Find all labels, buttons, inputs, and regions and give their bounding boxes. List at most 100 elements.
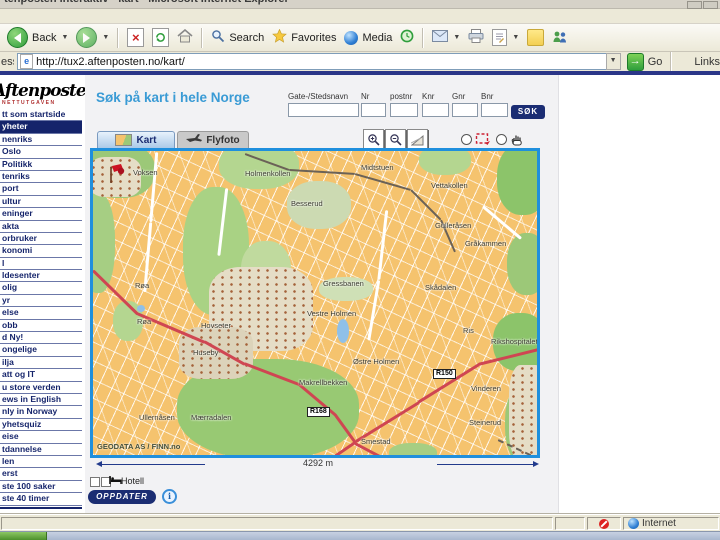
measure-tool[interactable] bbox=[407, 129, 428, 150]
sidebar-item[interactable]: att og IT bbox=[0, 369, 82, 382]
select-area-radio[interactable] bbox=[461, 134, 472, 145]
map-place-label: Røa bbox=[137, 317, 152, 326]
search-field: Knr bbox=[422, 92, 449, 120]
sidebar-item[interactable]: obb bbox=[0, 320, 82, 333]
tab-kart[interactable]: Kart bbox=[97, 131, 175, 148]
links-label[interactable]: Links bbox=[694, 56, 720, 68]
hotel-checkbox[interactable] bbox=[90, 477, 100, 487]
sidebar-item[interactable]: port bbox=[0, 183, 82, 196]
sidebar-item[interactable]: ews in English bbox=[0, 394, 82, 407]
sidebar-item[interactable]: else bbox=[0, 307, 82, 320]
field-input[interactable] bbox=[361, 103, 386, 117]
home-icon bbox=[177, 28, 193, 46]
sidebar-item[interactable]: konomi bbox=[0, 245, 82, 258]
tab-flyfoto[interactable]: Flyfoto bbox=[177, 131, 249, 148]
sidebar-item[interactable]: akta bbox=[0, 221, 82, 233]
zoom-in-tool[interactable] bbox=[363, 129, 384, 150]
sidebar-item[interactable]: ongelige bbox=[0, 344, 82, 357]
address-input[interactable]: e http://tux2.aftenposten.no/kart/ bbox=[17, 53, 621, 70]
sidebar-item[interactable]: tenriks bbox=[0, 171, 82, 184]
sidebar-item[interactable]: ultur bbox=[0, 196, 82, 209]
scale-line-left bbox=[99, 464, 205, 465]
taskbar-start-button-edge[interactable] bbox=[0, 532, 47, 540]
field-label: Gate-/Stedsnavn bbox=[288, 92, 349, 101]
field-input[interactable] bbox=[422, 103, 449, 117]
map-place-label: Mærradalen bbox=[191, 413, 232, 422]
sidebar-item[interactable]: nly in Norway bbox=[0, 406, 82, 419]
sidebar-item[interactable]: yheter bbox=[0, 121, 82, 134]
sidebar-item[interactable]: Politikk bbox=[0, 159, 82, 171]
toolbar-separator bbox=[422, 27, 425, 48]
sidebar-item[interactable]: ilja bbox=[0, 357, 82, 370]
airplane-icon bbox=[186, 134, 203, 146]
address-bar: ess e http://tux2.aftenposten.no/kart/ ▼… bbox=[0, 51, 720, 72]
map-place-label: Hovseter bbox=[201, 321, 232, 330]
map-place-label: Rikshospitalet bbox=[491, 337, 537, 346]
pan-radio[interactable] bbox=[496, 134, 507, 145]
search-submit-button[interactable]: SØK bbox=[511, 105, 545, 119]
sidebar-item[interactable]: u store verden bbox=[0, 382, 82, 394]
sidebar-item[interactable]: orbruker bbox=[0, 233, 82, 246]
back-button[interactable]: Back ▼ bbox=[3, 26, 72, 50]
sidebar-item[interactable]: nenriks bbox=[0, 134, 82, 147]
sidebar-item[interactable]: eise bbox=[0, 431, 82, 444]
security-zone-pane: Internet bbox=[623, 517, 719, 530]
info-icon[interactable]: i bbox=[162, 489, 177, 504]
sidebar-item[interactable]: eninger bbox=[0, 208, 82, 221]
sidebar-item[interactable]: ste 40 timer bbox=[0, 493, 82, 506]
print-button[interactable] bbox=[464, 26, 488, 50]
close-button[interactable] bbox=[703, 1, 718, 9]
field-input[interactable] bbox=[452, 103, 478, 117]
zoom-out-tool[interactable] bbox=[385, 129, 406, 150]
sidebar-item[interactable]: erst bbox=[0, 468, 82, 481]
stop-button[interactable]: × bbox=[123, 26, 148, 50]
go-label[interactable]: Go bbox=[648, 56, 663, 68]
map-area-shape bbox=[507, 233, 537, 295]
hotel-label[interactable]: Hotell bbox=[121, 476, 144, 486]
sidebar-item[interactable]: tt som startside bbox=[0, 109, 82, 122]
sidebar-item[interactable]: l bbox=[0, 258, 82, 271]
map-copyright: GEODATA AS / FINN.no bbox=[97, 442, 181, 451]
mail-dropdown-icon[interactable]: ▼ bbox=[453, 34, 460, 41]
forward-button[interactable]: ▼ bbox=[72, 26, 113, 50]
field-input[interactable] bbox=[481, 103, 508, 117]
messenger-button[interactable] bbox=[548, 26, 572, 50]
sidebar-item[interactable]: tdannelse bbox=[0, 444, 82, 456]
favorites-button[interactable]: Favorites bbox=[268, 26, 340, 50]
select-area-icon[interactable] bbox=[473, 129, 492, 148]
history-button[interactable] bbox=[396, 26, 418, 50]
update-button[interactable]: OPPDATER bbox=[88, 490, 156, 504]
sidebar-item[interactable]: ldesenter bbox=[0, 270, 82, 283]
refresh-button[interactable] bbox=[148, 26, 173, 50]
back-dropdown-icon[interactable]: ▼ bbox=[61, 34, 68, 41]
edit-dropdown-icon[interactable]: ▼ bbox=[512, 34, 519, 41]
address-dropdown-icon[interactable]: ▼ bbox=[605, 53, 621, 70]
mail-button[interactable]: ▼ bbox=[428, 26, 464, 50]
aftenposten-logo[interactable]: Aftenposten bbox=[0, 81, 98, 101]
sidebar-item[interactable]: yr bbox=[0, 295, 82, 308]
forward-dropdown-icon[interactable]: ▼ bbox=[102, 34, 109, 41]
maximize-button[interactable] bbox=[687, 1, 702, 9]
home-button[interactable] bbox=[173, 26, 197, 50]
pan-hand-icon[interactable] bbox=[508, 129, 527, 148]
search-field: postnr bbox=[390, 92, 418, 120]
search-button[interactable]: Search bbox=[207, 26, 268, 50]
search-icon bbox=[211, 29, 225, 46]
map-place-label: Steinerud bbox=[469, 418, 502, 427]
media-button[interactable]: Media bbox=[340, 26, 396, 50]
sidebar-item[interactable]: len bbox=[0, 456, 82, 469]
field-input[interactable] bbox=[390, 103, 418, 117]
field-input[interactable] bbox=[288, 103, 359, 117]
sidebar-item[interactable]: ste 100 saker bbox=[0, 481, 82, 494]
map-canvas[interactable]: Voksen Holmenkollen Midtstuen Vettakollen Be… bbox=[90, 148, 540, 458]
sidebar-item[interactable]: yhetsquiz bbox=[0, 419, 82, 432]
sidebar-item[interactable]: d Ny! bbox=[0, 332, 82, 345]
sidebar-item[interactable]: olig bbox=[0, 282, 82, 295]
scale-line-right bbox=[437, 464, 534, 465]
sidebar-item[interactable]: Oslo bbox=[0, 146, 82, 159]
field-label: Gnr bbox=[452, 92, 466, 101]
map-place-label: Ris bbox=[463, 326, 474, 335]
go-button[interactable]: → bbox=[626, 52, 644, 71]
discuss-button[interactable] bbox=[523, 26, 548, 50]
edit-button[interactable]: ▼ bbox=[488, 26, 523, 50]
